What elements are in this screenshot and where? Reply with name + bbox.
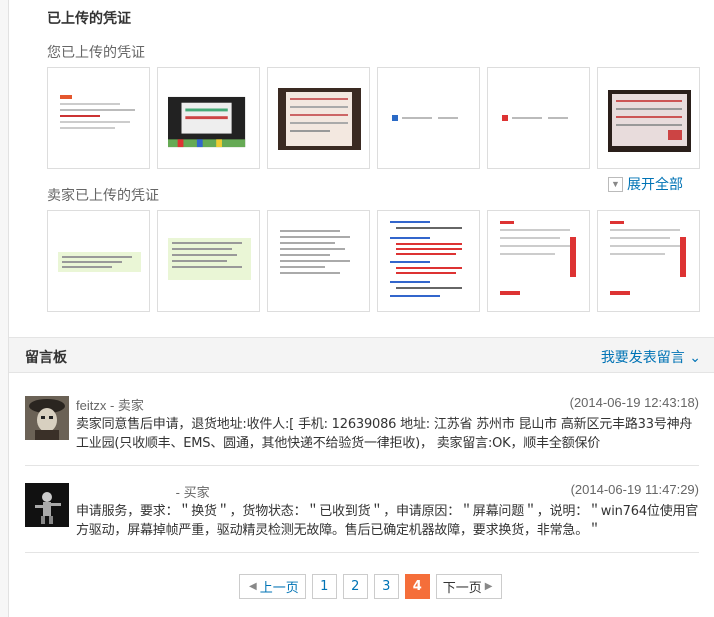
thumbnail-image xyxy=(58,93,141,145)
my-uploads-label: 您已上传的凭证 xyxy=(47,45,145,61)
thumbnail-image xyxy=(58,252,141,272)
prev-page-button[interactable]: ◀ 上一页 xyxy=(239,574,306,599)
chevron-down-icon: ▼ xyxy=(608,176,623,192)
message-item: feitzx - 卖家 (2014-06-19 12:43:18) 卖家同意售后… xyxy=(25,393,699,466)
upload-thumbnail[interactable] xyxy=(487,210,590,312)
thumbnail-image xyxy=(388,219,471,301)
upload-thumbnail[interactable] xyxy=(157,67,260,169)
pagination: ◀ 上一页 1 2 3 4 下一页 ▶ xyxy=(239,574,503,599)
upload-thumbnail[interactable] xyxy=(157,210,260,312)
message-time: (2014-06-19 11:47:29) xyxy=(570,482,699,497)
section-title: 已上传的凭证 xyxy=(47,11,131,27)
upload-thumbnail[interactable] xyxy=(487,67,590,169)
expand-all-toggle[interactable]: ▼ 展开全部 xyxy=(608,174,683,194)
chevron-left-icon: ◀ xyxy=(249,581,257,592)
my-uploads-thumbnails xyxy=(47,67,700,169)
chevron-right-icon: ▶ xyxy=(484,581,493,592)
expand-all-label: 展开全部 xyxy=(627,177,683,193)
message-content: 卖家同意售后申请，退货地址:收件人:[ 手机: 12639086 地址: 江苏省… xyxy=(76,417,693,451)
seller-uploads-label: 卖家已上传的凭证 xyxy=(47,188,159,204)
thumbnail-image xyxy=(608,219,691,301)
upload-section: 已上传的凭证 您已上传的凭证 ▼ 展开全部 卖家已上传的凭证 xyxy=(9,0,714,327)
upload-thumbnail[interactable] xyxy=(377,67,480,169)
thumbnail-image xyxy=(608,90,691,152)
upload-thumbnail[interactable] xyxy=(47,67,150,169)
message-board-title: 留言板 xyxy=(25,350,67,366)
author-role: - 买家 xyxy=(175,485,210,500)
message-time: (2014-06-19 12:43:18) xyxy=(569,395,699,410)
thumbnail-image xyxy=(278,88,361,150)
post-message-label: 我要发表留言 xyxy=(600,350,685,366)
page-button-current[interactable]: 4 xyxy=(404,574,430,599)
thumbnail-image xyxy=(498,219,581,301)
page-button-1[interactable]: 1 xyxy=(311,574,337,599)
next-page-button[interactable]: 下一页 ▶ xyxy=(435,574,503,599)
upload-thumbnail[interactable] xyxy=(597,67,700,169)
prev-page-label: 上一页 xyxy=(259,581,299,596)
page-button-2[interactable]: 2 xyxy=(342,574,368,599)
thumbnail-image xyxy=(388,93,471,145)
thumbnail-image xyxy=(278,226,361,288)
upload-thumbnail[interactable] xyxy=(267,67,370,169)
upload-thumbnail[interactable] xyxy=(377,210,480,312)
next-page-label: 下一页 xyxy=(442,581,482,596)
message-content: 申请服务，要求：＂换货＂，货物状态：＂已收到货＂，申请原因：＂屏幕问题＂，说明：… xyxy=(76,504,699,538)
message-board-header: 留言板 我要发表留言 ⌄ xyxy=(9,337,714,373)
post-message-link[interactable]: 我要发表留言 ⌄ xyxy=(601,347,701,367)
author-role: - 卖家 xyxy=(109,398,144,413)
upload-thumbnail[interactable] xyxy=(267,210,370,312)
message-author: - 买家 xyxy=(76,482,210,501)
upload-thumbnail[interactable] xyxy=(47,210,150,312)
upload-thumbnail[interactable] xyxy=(597,210,700,312)
thumbnail-image xyxy=(498,93,581,145)
chevron-down-icon: ⌄ xyxy=(689,350,701,366)
page-button-3[interactable]: 3 xyxy=(373,574,399,599)
author-name[interactable]: feitzx xyxy=(76,398,106,413)
message-item: - 买家 (2014-06-19 11:47:29) 申请服务，要求：＂换货＂，… xyxy=(25,480,699,553)
thumbnail-image xyxy=(168,238,251,280)
avatar xyxy=(25,396,69,440)
seller-uploads-thumbnails xyxy=(47,210,700,312)
message-author: feitzx - 卖家 xyxy=(76,395,144,414)
page-frame: 已上传的凭证 您已上传的凭证 ▼ 展开全部 卖家已上传的凭证 留言板 我要发表留… xyxy=(8,0,714,617)
avatar xyxy=(25,483,69,527)
thumbnail-image xyxy=(168,96,246,148)
